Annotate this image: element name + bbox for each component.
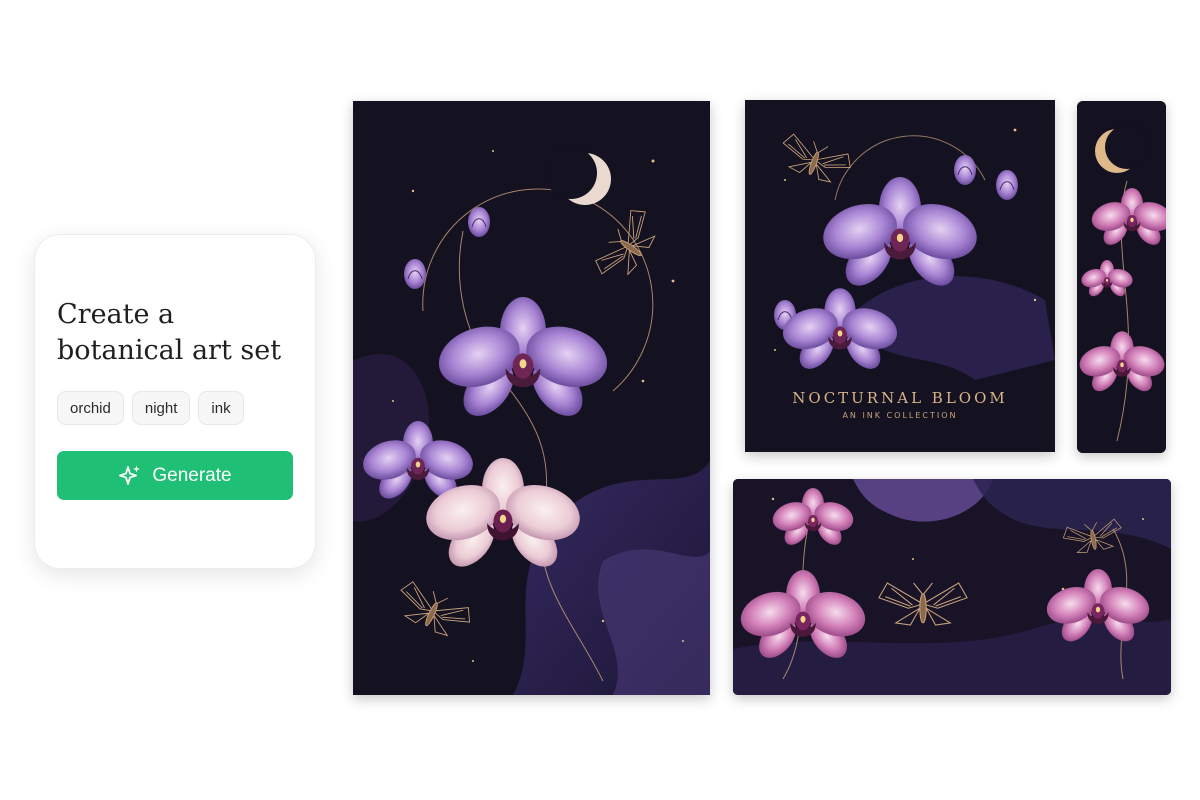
- sparkle-icon: [119, 465, 141, 485]
- tag-night[interactable]: night: [131, 391, 191, 425]
- poster-subtitle: AN INK COLLECTION: [842, 411, 958, 420]
- orchid-illustration: [733, 479, 1171, 695]
- poster-title: NOCTURNAL BLOOM: [792, 389, 1008, 407]
- tag-orchid[interactable]: orchid: [57, 391, 124, 425]
- tag-ink[interactable]: ink: [198, 391, 244, 425]
- orchid-bud-1: [953, 154, 977, 186]
- prompt-card: Create a botanical art set orchid night …: [34, 234, 316, 569]
- orchid-illustration: [353, 101, 710, 695]
- orchid-bud-2: [467, 206, 491, 238]
- generate-label: Generate: [152, 464, 232, 486]
- artwork-wide-banner[interactable]: [733, 479, 1171, 695]
- artwork-bookmark[interactable]: [1077, 101, 1166, 453]
- orchid-illustration: [1077, 101, 1166, 453]
- generate-button[interactable]: Generate: [57, 451, 293, 500]
- tag-list: orchid night ink: [57, 391, 244, 425]
- artwork-tall-poster[interactable]: [353, 101, 710, 695]
- orchid-bud-1: [403, 258, 427, 290]
- orchid-bud-2: [995, 169, 1019, 201]
- prompt-headline: Create a botanical art set: [57, 299, 282, 366]
- artwork-square-poster[interactable]: NOCTURNAL BLOOM AN INK COLLECTION: [745, 100, 1055, 452]
